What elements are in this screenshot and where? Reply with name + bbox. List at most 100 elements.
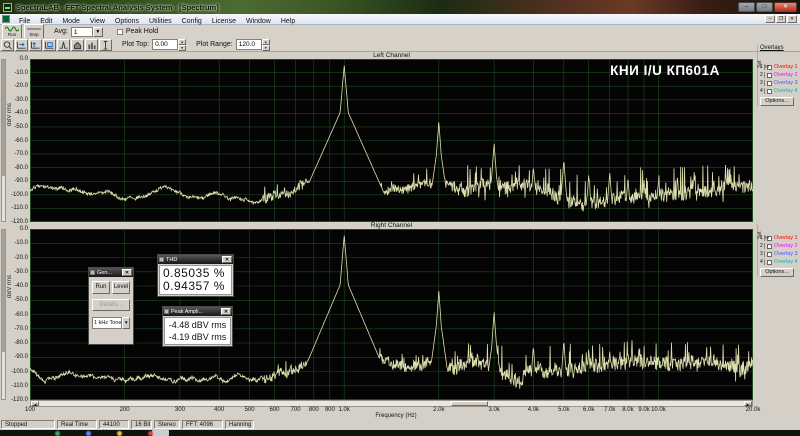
menu-item-utilities[interactable]: Utilities [144,18,177,25]
peak-hold-label: Peak Hold [126,28,158,35]
zoom-button[interactable] [1,39,14,51]
y-tick-label: -20.0 [2,83,28,89]
overlay-row: 2Overlay 2 [760,242,800,250]
close-icon[interactable]: ✕ [221,308,231,315]
overlay-checkbox[interactable] [767,89,772,94]
overlays-panel-left: Overlays SetS1Overlay 12Overlay 23Overla… [757,45,800,106]
overlay-row: 3Overlay 3 [760,79,800,87]
run-label: Run [8,32,16,37]
horizontal-scrollbar[interactable]: ◀ ▶ [30,400,753,407]
peak-hold-checkbox[interactable] [117,29,123,35]
chevron-down-icon[interactable]: ▼ [93,27,103,37]
generator-level-button[interactable]: Level [112,281,130,294]
home-button[interactable] [71,39,84,51]
overlay-options-button[interactable]: Options... [760,97,794,106]
menu-item-config[interactable]: Config [177,18,207,25]
y-tick-label: -60.0 [2,138,28,144]
overlay-checkbox[interactable] [767,81,772,86]
y-tick-label: -110.0 [2,205,28,211]
stop-label: Stop [29,32,38,37]
menu-item-options[interactable]: Options [110,18,144,25]
taskbar-active-item[interactable] [152,430,169,436]
mdi-minimize-button[interactable]: – [765,15,775,23]
y-tick-label: -90.0 [2,354,28,360]
close-button[interactable]: ✕ [774,2,797,12]
overlay-checkbox[interactable] [767,244,772,249]
overlay-options-button[interactable]: Options... [760,268,794,277]
avg-combobox[interactable]: 1 ▼ [71,27,103,37]
overlay-set-button[interactable]: 4 [760,88,765,94]
run-button[interactable]: Run [2,24,22,39]
scrollbar-thumb[interactable] [451,401,488,406]
overlay-set-button[interactable]: 2 [760,72,765,78]
cursor-icon [100,40,111,50]
plot-top-value: 0.00 [152,39,178,50]
zoom-y-button[interactable] [29,39,42,51]
x-tick-label: 10.0k [647,407,669,413]
menu-item-help[interactable]: Help [276,18,300,25]
overlay-checkbox[interactable] [767,260,772,265]
overlay-checkbox[interactable] [767,252,772,257]
generator-details-button[interactable]: Details... [92,299,130,311]
dialog-title-bar[interactable]: Gen... ✕ [89,268,133,277]
maximize-button[interactable]: □ [756,2,773,12]
right-channel-plot[interactable] [30,229,753,400]
dialog-icon [90,270,95,275]
status-field: 16 Bit [131,420,152,429]
cursor-button[interactable] [99,39,112,51]
transport-toolbar: Run Stop Avg: 1 ▼ Peak Hold [0,25,800,38]
taskbar-app-icon[interactable] [117,431,122,436]
status-field: 44100 Hz [99,420,129,429]
menu-item-license[interactable]: License [207,18,241,25]
overlay-row: 4Overlay 4 [760,87,800,95]
overlay-row: 3Overlay 3 [760,250,800,258]
overlays-header: Overlays [760,45,800,53]
left-channel-title: Left Channel [30,52,753,59]
dialog-title-bar[interactable]: Peak Ampli... ✕ [163,307,232,316]
chevron-down-icon[interactable]: ▼ [122,317,130,329]
menu-bar: FileEditModeViewOptionsUtilitiesConfigLi… [0,14,800,25]
generator-run-button[interactable]: Run [92,281,110,294]
zoom-reset-button[interactable] [43,39,56,51]
s-column-header: S [765,65,771,68]
plot-toolbar: Plot Top: 0.00 ▲▼ Plot Range: 120.0 ▲▼ [0,38,800,52]
y-tick-label: 0.0 [2,56,28,62]
spin-down-icon[interactable]: ▼ [178,45,186,51]
scroll-left-icon[interactable]: ◀ [31,401,39,406]
x-tick-label: 20.0k [742,407,764,413]
taskbar-app-icon[interactable] [55,431,60,436]
mdi-close-button[interactable]: ✕ [787,15,797,23]
close-icon[interactable]: ✕ [122,269,132,276]
menu-item-window[interactable]: Window [241,18,276,25]
mdi-restore-button[interactable]: ❐ [776,15,786,23]
generator-tone-select[interactable]: 1 kHz Tone ▼ [92,317,130,329]
y-tick-label: 0.0 [2,226,28,232]
taskbar-app-icon[interactable] [86,431,91,436]
dialog-title-bar[interactable]: THD ✕ [158,255,233,264]
stop-button[interactable]: Stop [24,24,44,39]
menu-item-view[interactable]: View [85,18,110,25]
plot-top-field[interactable]: 0.00 ▲▼ [152,39,186,50]
status-field: FFT: 4096 pts [182,420,223,429]
plot-range-field[interactable]: 120.0 ▲▼ [236,39,270,50]
home-icon [72,40,83,50]
menu-item-mode[interactable]: Mode [57,18,85,25]
zoom-x-button[interactable] [15,39,28,51]
scroll-right-icon[interactable]: ▶ [744,401,752,406]
overlay-checkbox[interactable] [767,73,772,78]
overlays-panel-right: SetS1Overlay 12Overlay 23Overlay 34Overl… [757,224,800,277]
overlay-set-button[interactable]: 3 [760,251,765,257]
y-tick-label: -50.0 [2,124,28,130]
x-tick-label: 500 [239,407,261,413]
minimize-button[interactable]: – [738,2,755,12]
overlay-set-button[interactable]: 3 [760,80,765,86]
overlay-set-button[interactable]: 2 [760,243,765,249]
overlay-set-button[interactable]: 4 [760,259,765,265]
bar-display-button[interactable] [85,39,98,51]
peak-marker-button[interactable] [57,39,70,51]
taskbar-app-icon[interactable] [148,431,153,436]
spin-down-icon[interactable]: ▼ [262,45,270,51]
x-tick-label: 300 [169,407,191,413]
close-icon[interactable]: ✕ [222,256,232,263]
left-channel-plot[interactable] [30,59,753,222]
